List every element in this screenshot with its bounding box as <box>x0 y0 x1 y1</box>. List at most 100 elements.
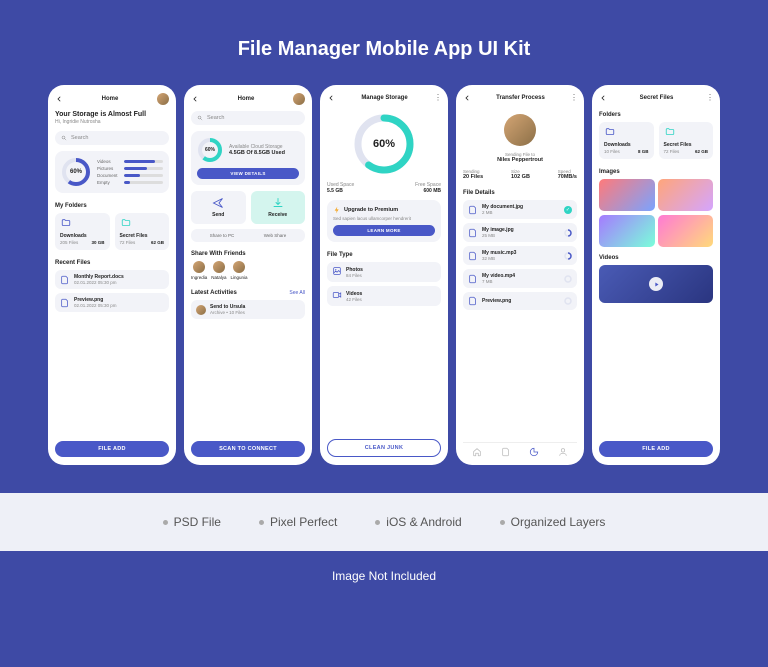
screen-title: Home <box>238 96 255 102</box>
folder-icon <box>120 218 165 230</box>
avatar-icon <box>196 305 206 315</box>
type-icon <box>332 266 342 278</box>
file-type-row[interactable]: Photos84 Files <box>327 262 441 282</box>
more-icon[interactable]: ⋮ <box>570 93 577 102</box>
transfer-file-row[interactable]: Preview.png <box>463 292 577 310</box>
progress-icon <box>564 252 572 260</box>
file-icon <box>468 251 478 261</box>
video-thumb[interactable] <box>599 265 713 303</box>
file-icon <box>60 275 70 285</box>
tab-bar <box>463 442 577 457</box>
friend-item[interactable]: Lingunia <box>231 261 248 280</box>
back-icon[interactable] <box>463 94 471 102</box>
feature-item: Pixel Perfect <box>259 515 337 529</box>
image-thumb[interactable] <box>599 215 655 247</box>
feature-item: PSD File <box>163 515 221 529</box>
storage-ring-card: 60% VideosPicturesDocumentEmpty <box>55 151 169 193</box>
feature-item: Organized Layers <box>500 515 606 529</box>
folder-card[interactable]: Secret Files72 Files62 GB <box>659 122 714 159</box>
image-thumb[interactable] <box>658 215 714 247</box>
clean-junk-button[interactable]: CLEAN JUNK <box>327 439 441 457</box>
file-type-label: File Type <box>327 252 441 258</box>
more-icon[interactable]: ⋮ <box>706 93 713 102</box>
back-icon[interactable] <box>327 94 335 102</box>
pending-icon <box>564 275 572 283</box>
receive-card[interactable]: Receive <box>251 191 306 224</box>
screen-title: Transfer Process <box>496 95 545 101</box>
friend-item[interactable]: Ingredia <box>191 261 207 280</box>
learn-more-button[interactable]: LEARN MORE <box>333 225 435 236</box>
screen-home-cloud: Home Search 60% Available Cloud Storage … <box>184 85 312 465</box>
feature-item: iOS & Android <box>375 515 461 529</box>
file-icon <box>468 296 478 306</box>
web-share[interactable]: Web Share <box>264 233 286 238</box>
send-card[interactable]: Send <box>191 191 246 224</box>
back-icon[interactable] <box>191 95 199 103</box>
file-row[interactable]: Monthly Report.docs02.01.2022 05:30 pm <box>55 270 169 289</box>
screen-title: Manage Storage <box>361 95 407 101</box>
back-icon[interactable] <box>599 94 607 102</box>
folder-icon <box>664 127 709 139</box>
transfer-file-row[interactable]: My music.mp332 MB <box>463 246 577 265</box>
videos-label: Videos <box>599 255 713 261</box>
cloud-used: 4.5GB Of 8.5GB Used <box>229 150 285 156</box>
search-input[interactable]: Search <box>55 131 169 145</box>
more-icon[interactable]: ⋮ <box>434 93 441 102</box>
storage-ring: 60% <box>352 112 416 176</box>
progress-icon <box>564 229 572 237</box>
scan-button[interactable]: SCAN TO CONNECT <box>191 441 305 457</box>
screen-title: Home <box>102 96 119 102</box>
file-icon <box>60 298 70 308</box>
latest-label: Latest Activities <box>191 290 237 296</box>
greeting: Hi, Ingridie Nutrosha <box>55 119 169 125</box>
search-icon <box>61 135 67 141</box>
transfer-file-row[interactable]: My document.jpg2 MB✓ <box>463 200 577 219</box>
folder-icon <box>60 218 105 230</box>
activity-row[interactable]: Send to UrsulaArchive • 10 Files <box>191 300 305 319</box>
free-value: 600 MB <box>415 188 441 194</box>
type-icon <box>332 290 342 302</box>
share-friends-label: Share With Friends <box>191 251 305 257</box>
transfer-file-row[interactable]: My image.jpg25 MB <box>463 223 577 242</box>
folder-card[interactable]: Secret Files72 Files62 GB <box>115 213 170 250</box>
file-add-button[interactable]: FILE ADD <box>599 441 713 457</box>
file-details-label: File Details <box>463 190 577 196</box>
tab-profile[interactable] <box>558 447 568 457</box>
folder-card[interactable]: Downloads10 Files8 GB <box>599 122 654 159</box>
see-all-link[interactable]: See All <box>289 290 305 296</box>
file-icon <box>468 228 478 238</box>
file-icon <box>468 274 478 284</box>
file-row[interactable]: Preview.png02.01.2022 05:30 pm <box>55 293 169 312</box>
features-row: PSD File Pixel Perfect iOS & Android Organi… <box>0 493 768 551</box>
screen-secret-files: Secret Files ⋮ Folders Downloads10 Files… <box>592 85 720 465</box>
avatar[interactable] <box>293 93 305 105</box>
file-type-row[interactable]: Videos42 Files <box>327 286 441 306</box>
tab-stats[interactable] <box>529 447 539 457</box>
image-thumb[interactable] <box>599 179 655 211</box>
friend-item[interactable]: Natalya <box>211 261 226 280</box>
used-value: 5.5 GB <box>327 188 354 194</box>
share-pc[interactable]: Share to PC <box>210 233 235 238</box>
image-thumb[interactable] <box>658 179 714 211</box>
transfer-file-row[interactable]: My video.mp47 MB <box>463 269 577 288</box>
page-title: File Manager Mobile App UI Kit <box>0 0 768 85</box>
tab-home[interactable] <box>472 447 482 457</box>
search-input[interactable]: Search <box>191 111 305 125</box>
storage-warning: Your Storage is Almost Full <box>55 111 169 118</box>
back-icon[interactable] <box>55 95 63 103</box>
folder-icon <box>604 127 649 139</box>
recent-files-label: Recent Files <box>55 260 169 266</box>
view-details-button[interactable]: VIEW DETAILS <box>197 168 299 179</box>
screen-transfer: Transfer Process ⋮ Sending File to Niles… <box>456 85 584 465</box>
tab-files[interactable] <box>501 447 511 457</box>
play-icon <box>649 277 663 291</box>
folder-card[interactable]: Downloads205 Files30 GB <box>55 213 110 250</box>
images-label: Images <box>599 169 713 175</box>
file-add-button[interactable]: FILE ADD <box>55 441 169 457</box>
send-icon <box>212 197 224 209</box>
recipient-name: Niles Peppertrout <box>463 157 577 163</box>
done-icon: ✓ <box>564 206 572 214</box>
screen-home-full: Home Your Storage is Almost Full Hi, Ing… <box>48 85 176 465</box>
ring-percent: 60% <box>61 157 91 187</box>
avatar[interactable] <box>157 93 169 105</box>
